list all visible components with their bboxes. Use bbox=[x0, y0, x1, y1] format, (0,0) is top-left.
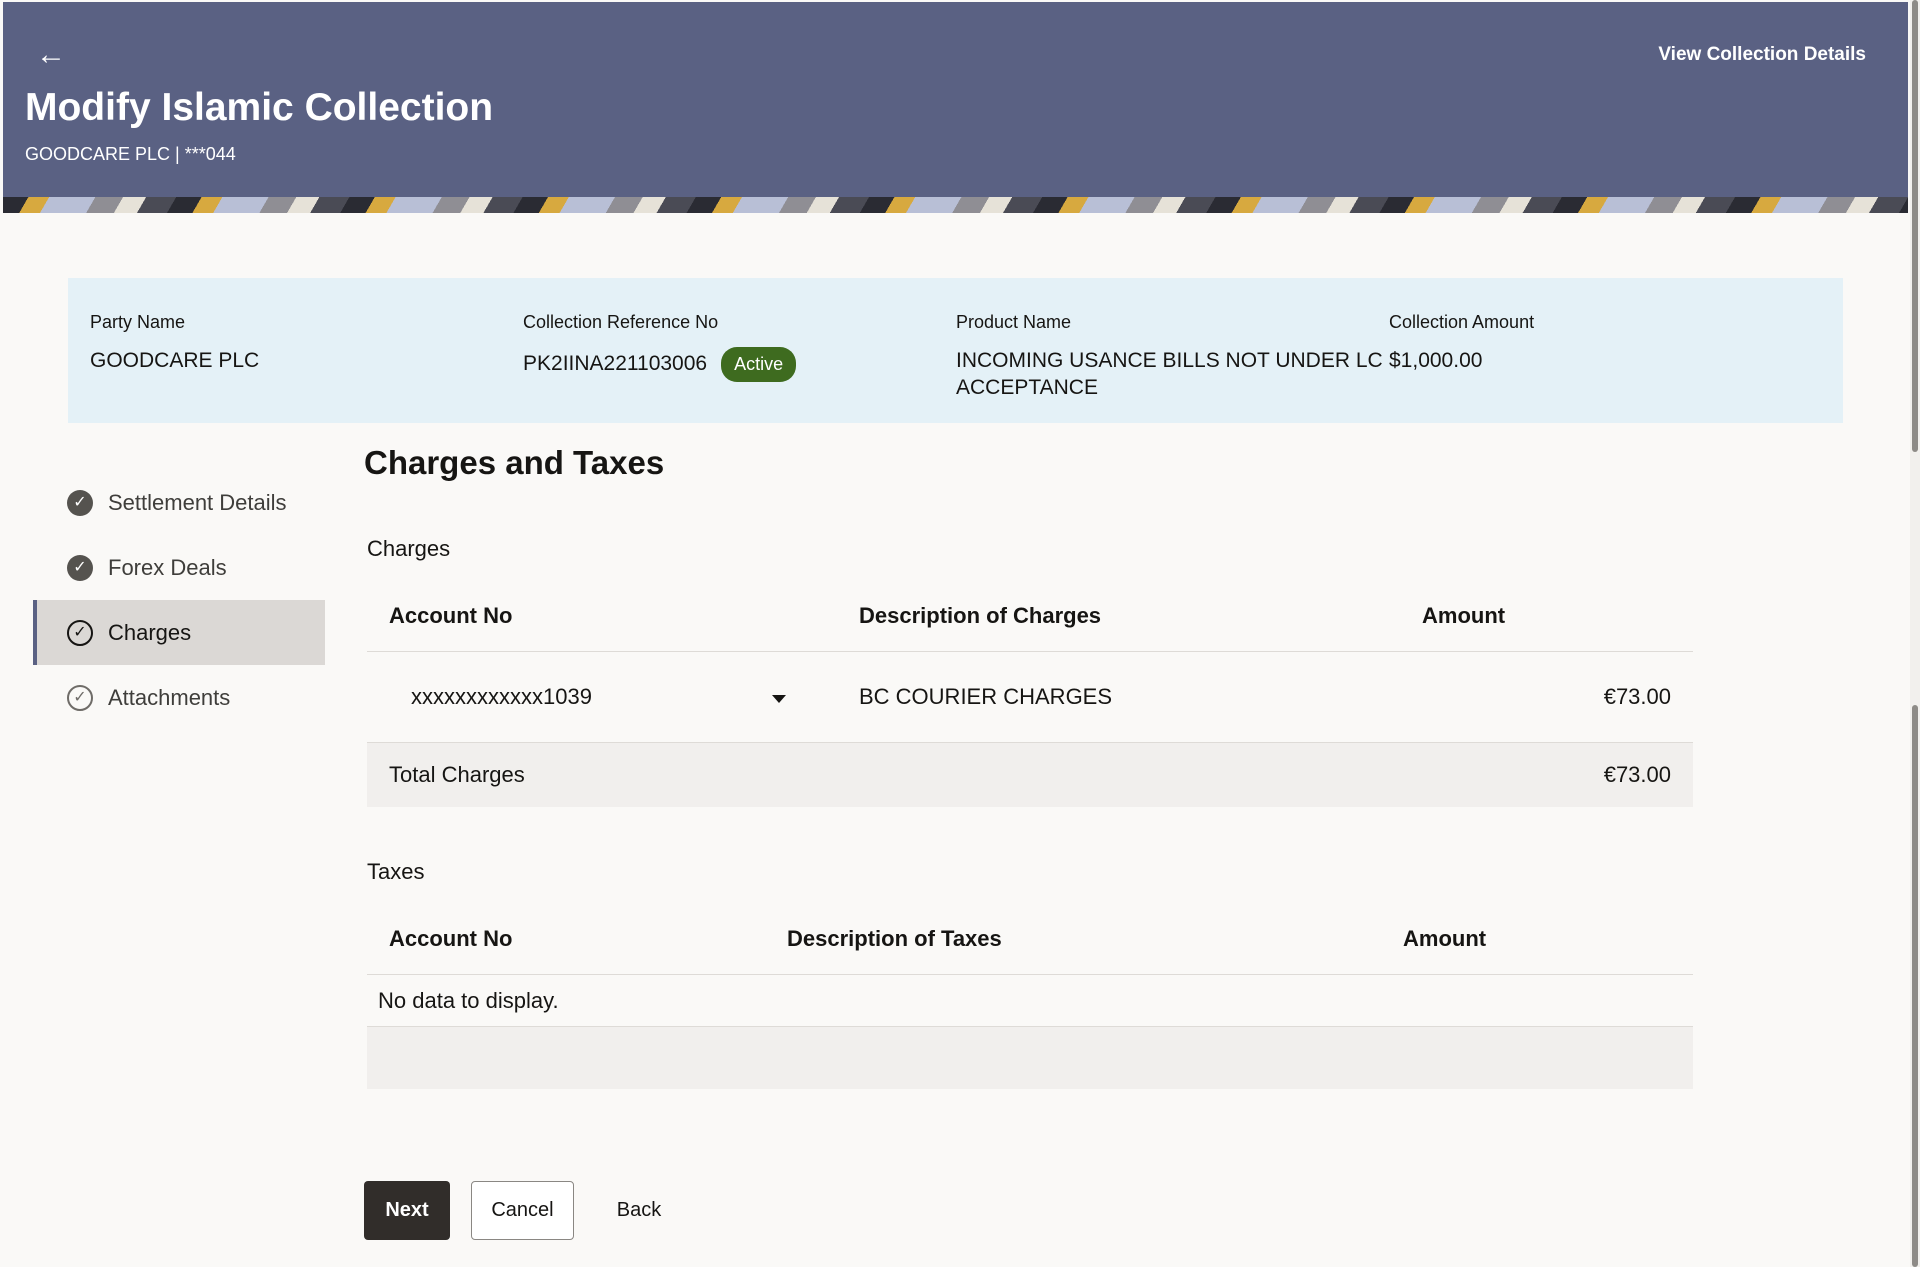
collection-reference-label: Collection Reference No bbox=[523, 312, 719, 332]
column-header-account-no: Account No bbox=[389, 603, 513, 628]
nav-item-charges[interactable]: ✓ Charges bbox=[33, 600, 325, 665]
column-header-description: Description of Charges bbox=[859, 603, 1102, 628]
total-charges-amount: €73.00 bbox=[1603, 762, 1671, 787]
charge-amount: €73.00 bbox=[1603, 684, 1671, 709]
party-name-field: Party Name GOODCARE PLC bbox=[90, 312, 259, 374]
chevron-down-icon[interactable] bbox=[772, 695, 786, 703]
check-circle-outline-icon: ✓ bbox=[67, 684, 93, 711]
charge-description: BC COURIER CHARGES bbox=[859, 684, 1113, 709]
product-name-field: Product Name INCOMING USANCE BILLS NOT U… bbox=[956, 312, 1383, 401]
page-title: Modify Islamic Collection bbox=[25, 86, 494, 129]
column-header-account-no: Account No bbox=[389, 926, 513, 951]
header-divider bbox=[367, 651, 1693, 652]
taxes-table: Account No Description of Taxes Amount N… bbox=[367, 907, 1693, 1090]
charges-label: Charges bbox=[367, 536, 451, 561]
back-arrow-icon[interactable]: ← bbox=[36, 40, 66, 70]
check-circle-filled-icon: ✓ bbox=[67, 554, 93, 581]
nav-item-label: Attachments bbox=[108, 684, 231, 710]
column-header-amount: Amount bbox=[1403, 926, 1487, 951]
check-circle-filled-icon: ✓ bbox=[67, 489, 93, 516]
empty-table-message: No data to display. bbox=[378, 988, 559, 1013]
cancel-button[interactable]: Cancel bbox=[471, 1181, 574, 1240]
page-header: ← Modify Islamic Collection GOODCARE PLC… bbox=[3, 2, 1908, 197]
header-divider bbox=[367, 974, 1693, 975]
collection-amount-value: $1,000.00 bbox=[1389, 349, 1483, 372]
total-charges-row: Total Charges €73.00 bbox=[367, 743, 1693, 807]
nav-item-label: Forex Deals bbox=[108, 554, 227, 580]
status-badge: Active bbox=[721, 347, 797, 382]
collection-amount-field: Collection Amount $1,000.00 bbox=[1389, 312, 1534, 374]
collection-reference-value: PK2IINA221103006 bbox=[523, 352, 708, 376]
charges-table: Account No Description of Charges Amount… bbox=[367, 584, 1693, 809]
next-button[interactable]: Next bbox=[364, 1181, 450, 1240]
column-header-amount: Amount bbox=[1422, 603, 1506, 628]
product-name-line2: ACCEPTANCE bbox=[956, 376, 1098, 399]
section-title: Charges and Taxes bbox=[364, 444, 665, 481]
collection-summary-card: Party Name GOODCARE PLC Collection Refer… bbox=[68, 278, 1843, 423]
column-header-description: Description of Taxes bbox=[787, 926, 1002, 951]
product-name-label: Product Name bbox=[956, 312, 1072, 332]
back-button[interactable]: Back bbox=[598, 1181, 680, 1240]
account-select[interactable]: xxxxxxxxxxxx1039 bbox=[411, 684, 592, 710]
party-name-value: GOODCARE PLC bbox=[90, 349, 260, 372]
collection-reference-field: Collection Reference No PK2IINA221103006… bbox=[523, 312, 797, 382]
taxes-footer-row bbox=[367, 1027, 1693, 1089]
check-circle-outline-icon: ✓ bbox=[67, 619, 93, 646]
step-navigation: ✓ Settlement Details ✓ Forex Deals ✓ Cha… bbox=[33, 470, 325, 730]
page-subtitle: GOODCARE PLC | ***044 bbox=[25, 144, 236, 164]
nav-item-label: Settlement Details bbox=[108, 489, 287, 515]
nav-item-attachments[interactable]: ✓ Attachments bbox=[33, 665, 325, 730]
scrollbar-thumb[interactable] bbox=[1912, 0, 1918, 452]
nav-item-settlement-details[interactable]: ✓ Settlement Details bbox=[33, 470, 325, 535]
collection-amount-label: Collection Amount bbox=[1389, 312, 1535, 332]
taxes-label: Taxes bbox=[367, 859, 425, 884]
nav-item-label: Charges bbox=[108, 619, 192, 645]
product-name-line1: INCOMING USANCE BILLS NOT UNDER LC bbox=[956, 349, 1383, 372]
scrollbar-thumb[interactable] bbox=[1912, 705, 1918, 1267]
party-name-label: Party Name bbox=[90, 312, 186, 332]
decorative-banner bbox=[3, 197, 1908, 213]
nav-item-forex-deals[interactable]: ✓ Forex Deals bbox=[33, 535, 325, 600]
view-collection-details-link[interactable]: View Collection Details bbox=[1658, 44, 1866, 66]
total-charges-label: Total Charges bbox=[389, 762, 525, 787]
